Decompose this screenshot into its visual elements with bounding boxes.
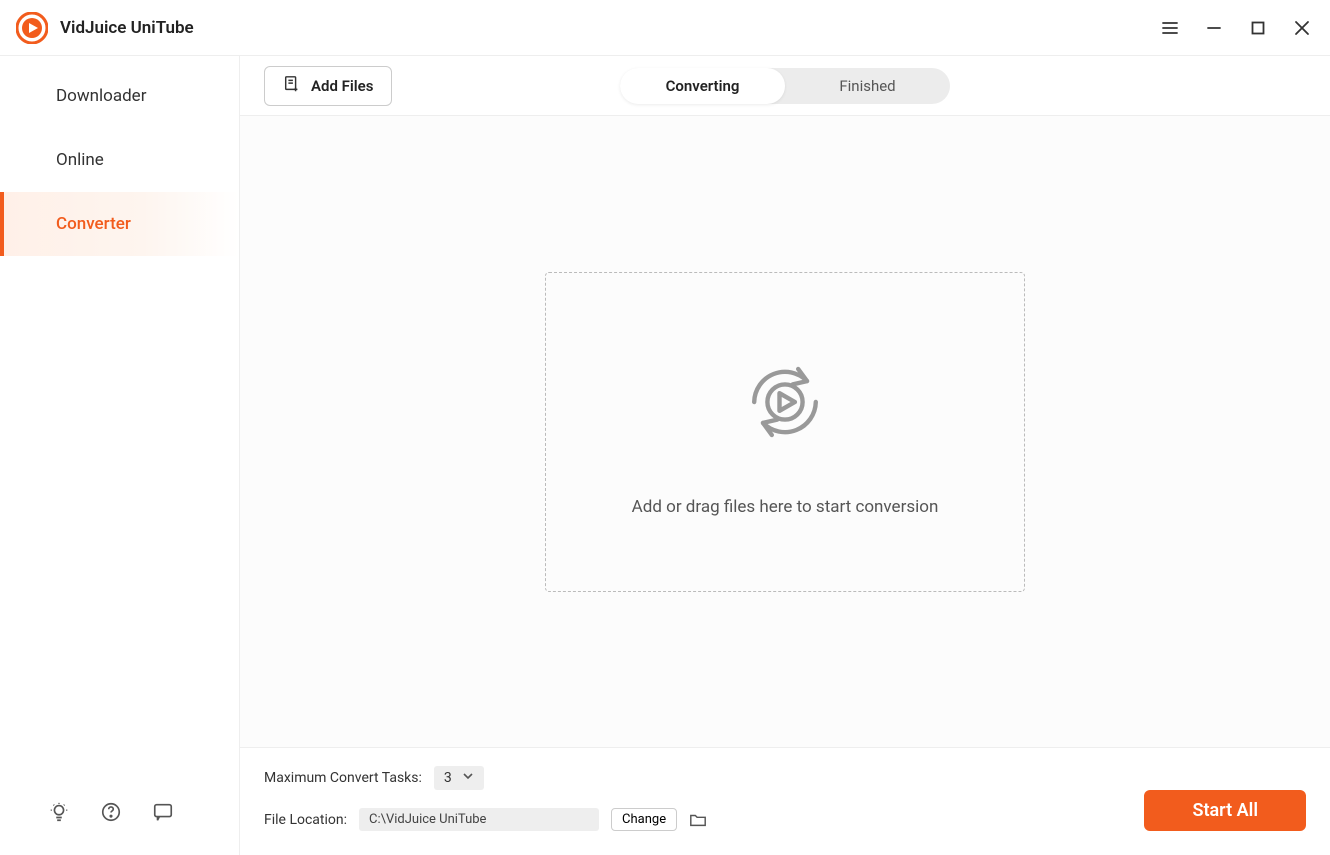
chevron-down-icon bbox=[462, 770, 474, 786]
max-tasks-label: Maximum Convert Tasks: bbox=[264, 770, 422, 786]
app-title: VidJuice UniTube bbox=[60, 18, 1150, 38]
max-tasks-row: Maximum Convert Tasks: 3 bbox=[264, 766, 1306, 790]
lightbulb-icon[interactable] bbox=[48, 801, 70, 823]
dropzone-text: Add or drag files here to start conversi… bbox=[632, 497, 939, 517]
minimize-icon[interactable] bbox=[1194, 8, 1234, 48]
file-location-path[interactable]: C:\VidJuice UniTube bbox=[359, 808, 599, 831]
file-location-label: File Location: bbox=[264, 812, 347, 828]
sidebar-item-online[interactable]: Online bbox=[0, 128, 239, 192]
open-folder-icon[interactable] bbox=[689, 811, 707, 829]
max-tasks-select[interactable]: 3 bbox=[434, 766, 484, 790]
sidebar-item-label: Downloader bbox=[56, 86, 146, 106]
maximize-icon[interactable] bbox=[1238, 8, 1278, 48]
titlebar: VidJuice UniTube bbox=[0, 0, 1330, 56]
change-button[interactable]: Change bbox=[611, 808, 677, 831]
start-all-button[interactable]: Start All bbox=[1144, 790, 1306, 831]
tab-switcher: Converting Finished bbox=[620, 68, 950, 104]
tab-finished[interactable]: Finished bbox=[785, 68, 950, 104]
add-file-icon bbox=[283, 75, 301, 97]
sidebar: Downloader Online Converter bbox=[0, 56, 240, 855]
window-controls bbox=[1150, 8, 1322, 48]
toolbar: Add Files Converting Finished bbox=[240, 56, 1330, 116]
close-icon[interactable] bbox=[1282, 8, 1322, 48]
main-panel: Add Files Converting Finished bbox=[240, 56, 1330, 855]
content-area: Add or drag files here to start conversi… bbox=[240, 116, 1330, 747]
sidebar-item-label: Converter bbox=[56, 214, 131, 234]
help-icon[interactable] bbox=[100, 801, 122, 823]
app-logo-icon bbox=[16, 12, 48, 44]
sidebar-item-converter[interactable]: Converter bbox=[0, 192, 239, 256]
add-files-button[interactable]: Add Files bbox=[264, 66, 392, 106]
feedback-icon[interactable] bbox=[152, 801, 174, 823]
sidebar-item-label: Online bbox=[56, 150, 104, 170]
convert-cycle-icon bbox=[730, 347, 840, 461]
sidebar-footer bbox=[0, 801, 239, 855]
sidebar-item-downloader[interactable]: Downloader bbox=[0, 64, 239, 128]
add-files-label: Add Files bbox=[311, 77, 373, 95]
max-tasks-value: 3 bbox=[444, 770, 452, 786]
dropzone[interactable]: Add or drag files here to start conversi… bbox=[545, 272, 1025, 592]
menu-icon[interactable] bbox=[1150, 8, 1190, 48]
tab-converting[interactable]: Converting bbox=[620, 68, 785, 104]
bottom-bar: Maximum Convert Tasks: 3 File Location: … bbox=[240, 747, 1330, 855]
